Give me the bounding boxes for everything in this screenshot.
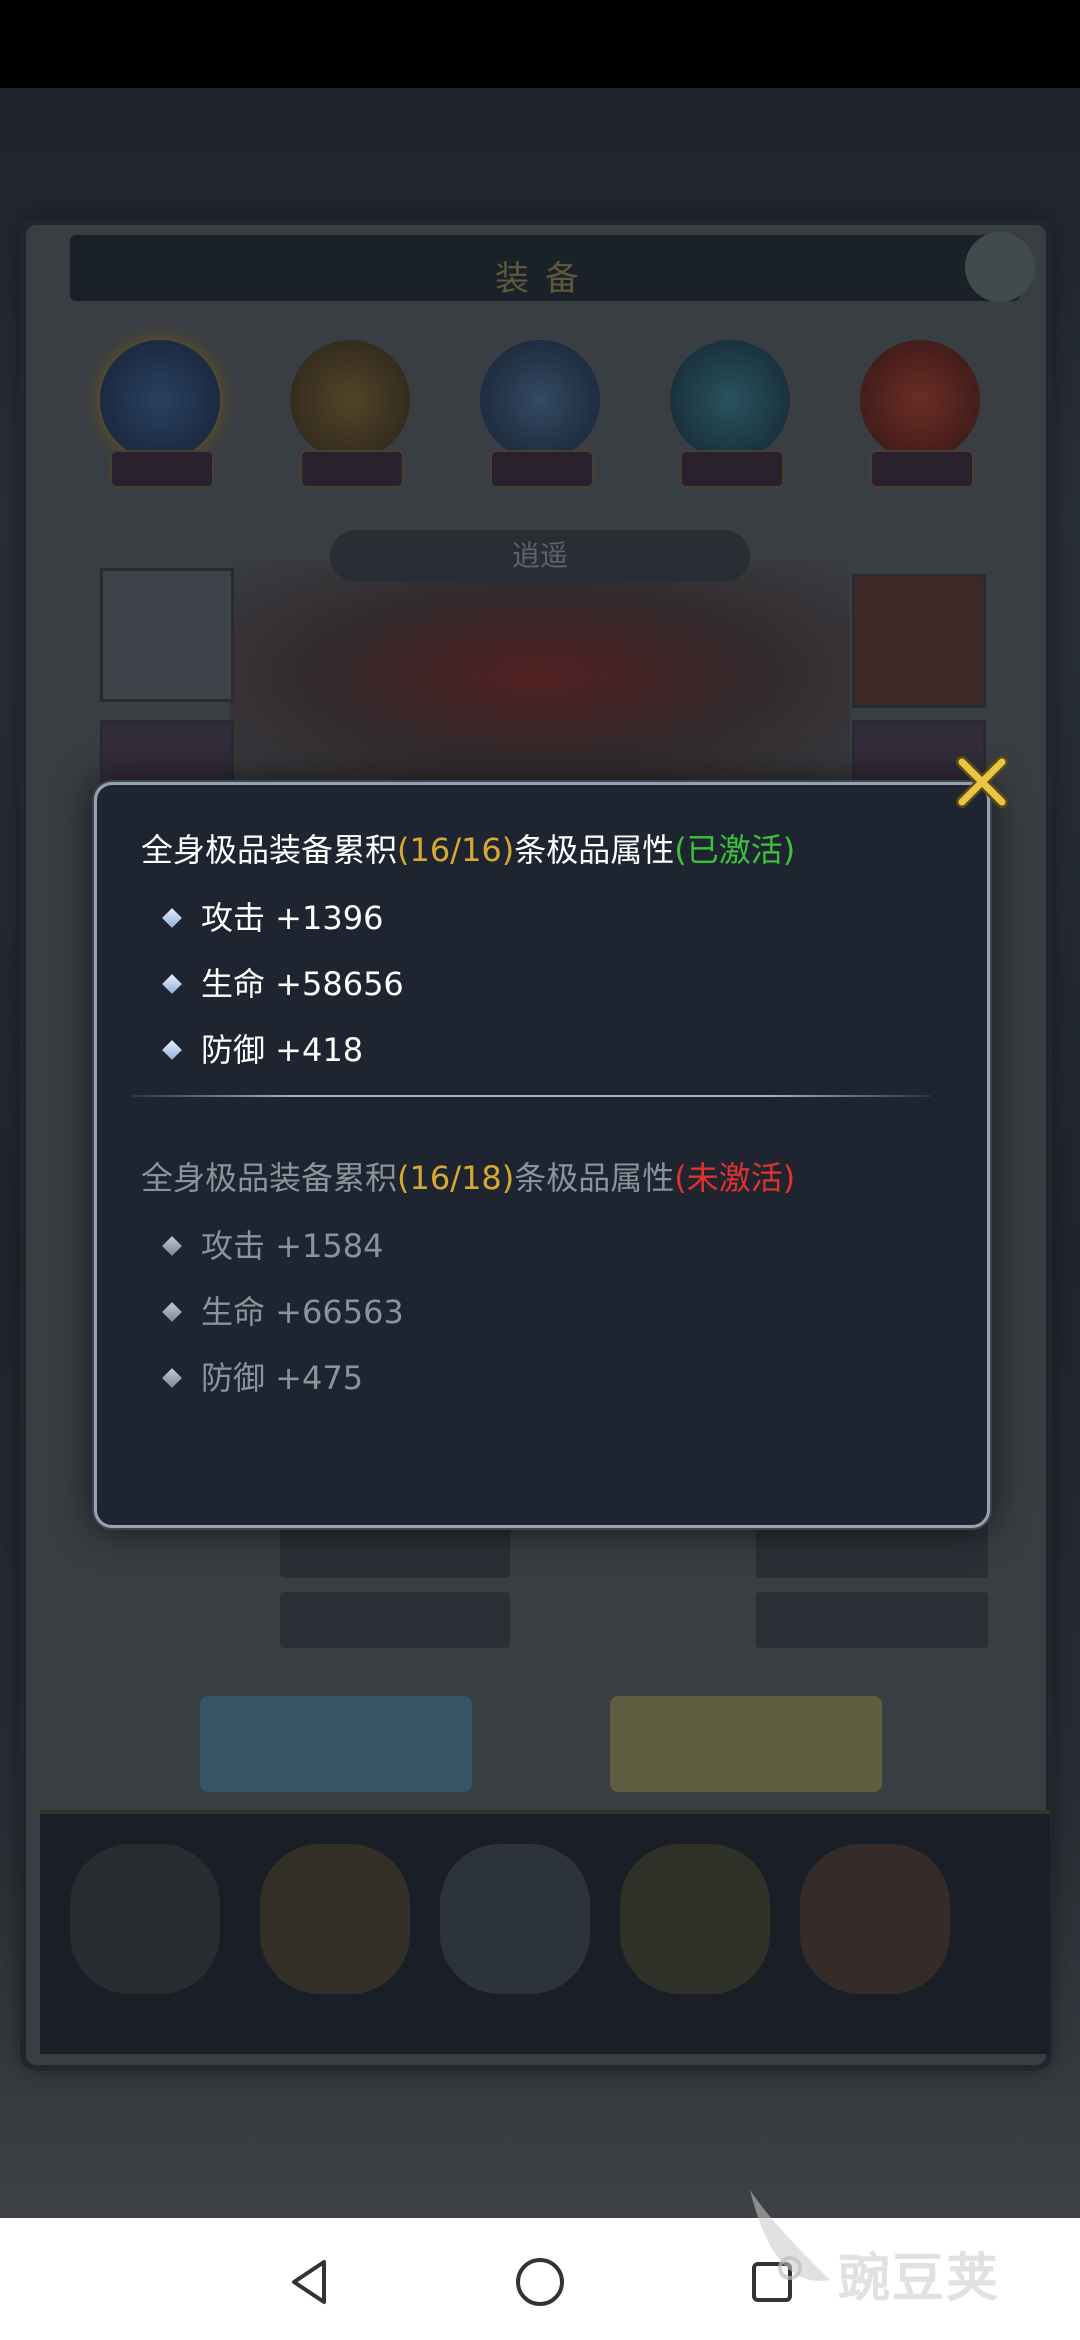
- inactive-bonus-title: 全身极品装备累积(16/18)条极品属性(未激活): [141, 1159, 796, 1197]
- bonus-popup: 全身极品装备累积(16/16)条极品属性(已激活) 攻击 +1396 生命 +5…: [94, 782, 990, 1528]
- inactive-status: (未激活): [674, 1159, 796, 1197]
- active-stat-attack: 攻击 +1396: [162, 893, 383, 939]
- back-icon[interactable]: [282, 2254, 338, 2310]
- inactive-stat-hp: 生命 +66563: [162, 1287, 404, 1333]
- active-status: (已激活): [674, 831, 796, 869]
- divider: [131, 1095, 931, 1097]
- active-stat-hp: 生命 +58656: [162, 959, 404, 1005]
- diamond-icon: [162, 1236, 182, 1256]
- inactive-stat-attack: 攻击 +1584: [162, 1221, 383, 1267]
- inactive-stat-defense: 防御 +475: [162, 1353, 363, 1399]
- active-bonus-title: 全身极品装备累积(16/16)条极品属性(已激活): [141, 831, 796, 869]
- watermark-text: 豌豆荚: [838, 2249, 1001, 2309]
- diamond-icon: [162, 908, 182, 928]
- watermark-logo: 豌豆荚: [740, 2190, 1060, 2309]
- close-icon[interactable]: [954, 754, 1010, 810]
- diamond-icon: [162, 1368, 182, 1388]
- diamond-icon: [162, 1302, 182, 1322]
- active-stat-defense: 防御 +418: [162, 1025, 363, 1071]
- diamond-icon: [162, 1040, 182, 1060]
- status-bar: [0, 0, 1080, 88]
- home-icon[interactable]: [512, 2254, 568, 2310]
- diamond-icon: [162, 974, 182, 994]
